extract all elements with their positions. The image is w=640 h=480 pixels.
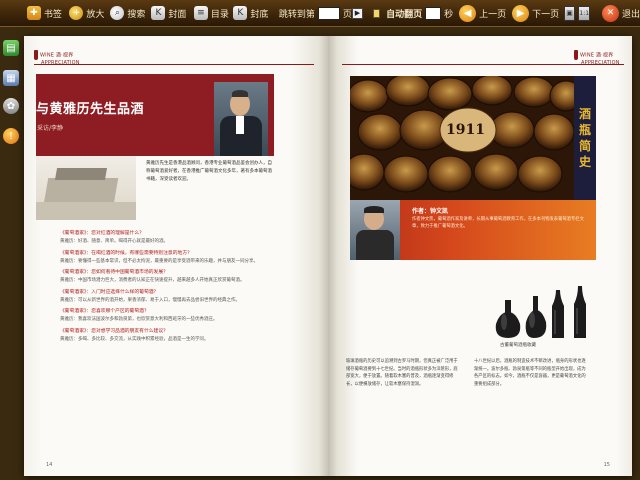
question-text: 《葡萄酒家》：您对红酒的理解是什么？: [60, 231, 144, 236]
antique-bottles-photo: 古董葡萄酒瓶收藏: [490, 282, 600, 352]
fit-page-icon[interactable]: ▣: [563, 5, 576, 21]
next-page-button[interactable]: ▶ 下一页: [512, 2, 559, 24]
header-rule: [342, 64, 624, 65]
article-title-box: 酒瓶简史: [574, 76, 596, 200]
answer-text: 黄雅历：我喜欢法国波尔多和勃艮第，也欣赏意大利和西班牙的一些优秀酒庄。: [60, 317, 218, 322]
countryside-photo: [36, 156, 136, 220]
question-text: 《葡萄酒家》：您如何看待中国葡萄酒市场的发展？: [60, 270, 168, 275]
go-button[interactable]: ▶: [351, 7, 363, 19]
qa-item: 《葡萄酒家》：您如何看待中国葡萄酒市场的发展？ 黄雅历：中国市场潜力巨大，消费者…: [60, 269, 274, 285]
zoom-button[interactable]: + 放大: [69, 2, 104, 24]
bottle-stack-graphic: [350, 76, 574, 200]
prev-page-button[interactable]: ◀ 上一页: [459, 2, 506, 24]
interviewee-photo: [214, 82, 268, 156]
answer-text: 黄雅历：多喝、多比较、多交流，从实践中积累经验，品酒是一生的学问。: [60, 336, 209, 342]
roof-shape: [54, 168, 108, 180]
thumbnail-icon[interactable]: ▤: [3, 40, 19, 56]
answer-text: 黄雅历：好酒、随意、简单。喝得开心就是最好的酒。: [60, 239, 168, 244]
qa-item: 《葡萄酒家》：您对红酒的理解是什么？ 黄雅历：好酒、随意、简单。喝得开心就是最好…: [60, 230, 274, 246]
question-text: 《葡萄酒家》：入门时应选择什么样的葡萄酒？: [60, 289, 159, 295]
bookmark-button[interactable]: ✚ 书签: [26, 2, 62, 24]
article-intro: 黄雅历先生是香港品酒顾问，香港专业葡萄酒品鉴会创办人，自称葡萄酒爱好者，在香港推…: [146, 161, 272, 182]
question-text: 《葡萄酒家》：您对想学习品酒的朋友有什么建议？: [60, 328, 168, 334]
wine-bottle-icon: [34, 50, 38, 60]
toc-button[interactable]: ≡ 目录: [193, 2, 229, 24]
backcover-label: 封底: [250, 9, 269, 20]
reader-toolbar: ✚ 书签 + 放大 ⌕ 搜索 K 封面 ≡ 目录 K 封底 跳转到第 页 ▶ 自…: [0, 0, 640, 27]
hair-shape: [364, 206, 384, 213]
cover-icon: K: [151, 6, 166, 20]
gear-icon[interactable]: ✿: [3, 98, 19, 114]
page-number: 15: [603, 462, 610, 468]
page-number: 14: [46, 462, 53, 468]
answer-text: 黄雅历：可以从新世界的酒开始，果香浓郁、易于入口，慢慢再去品尝旧世界的经典之作。: [60, 297, 240, 303]
cellar-year: 1911: [446, 122, 485, 138]
magazine-subtitle: APPRECIATION: [41, 60, 80, 66]
search-button[interactable]: ⌕ 搜索: [110, 2, 145, 24]
prev-page-label: 上一页: [479, 9, 507, 20]
zoom-label: 放大: [86, 9, 105, 20]
bottles-graphic: [495, 286, 586, 338]
cover-button[interactable]: K 封面: [151, 2, 186, 24]
interview-qa-list: 《葡萄酒家》：您对红酒的理解是什么？ 黄雅历：好酒、随意、简单。喝得开心就是最好…: [60, 226, 274, 343]
magazine-name: WINE 酒·视界: [580, 52, 614, 59]
body-column-right: 十八世纪以后，酒瓶的制造技术不断改进，瓶身的形状也逐渐统一。波尔多瓶、勃艮第瓶等…: [474, 359, 586, 387]
body-column-left: 玻璃酒瓶的历史可以追溯到古罗马时期，但真正被广泛用于储存葡萄酒要到十七世纪。当时…: [346, 359, 458, 387]
bookmark-icon: ✚: [26, 6, 41, 20]
backcover-button[interactable]: K 封底: [233, 2, 268, 24]
answer-text: 黄雅历：中国市场潜力巨大，消费者的认知正在快速提升，越来越多人开始真正欣赏葡萄酒…: [60, 278, 245, 283]
backcover-icon: K: [233, 6, 248, 20]
exit-button[interactable]: ✕ 退出: [602, 2, 640, 24]
info-icon[interactable]: !: [3, 128, 19, 144]
building-shape: [43, 178, 119, 204]
auto-flip-checkbox[interactable]: [372, 8, 381, 18]
seconds-label: 秒: [444, 9, 454, 20]
wine-bottle-icon: [574, 50, 578, 60]
author-intro-text: 作者钟文凯，葡萄酒作家及讲师，长期从事葡萄酒教育工作，在多本刊物发表葡萄酒专栏文…: [412, 217, 584, 229]
article-author: 采访/李静: [37, 125, 64, 132]
author-label: 作者：钟文凯: [412, 208, 449, 215]
search-icon: ⌕: [110, 6, 125, 20]
bottles-caption: 古董葡萄酒瓶收藏: [500, 343, 536, 348]
qa-item: 《葡萄酒家》：您喜欢哪个产区的葡萄酒？ 黄雅历：我喜欢法国波尔多和勃艮第，也欣赏…: [60, 308, 274, 324]
auto-flip-control: 自动翻页 秒: [386, 2, 453, 24]
question-text: 《葡萄酒家》：您喜欢哪个产区的葡萄酒？: [60, 309, 149, 314]
article-title: 酒瓶简史: [578, 107, 591, 169]
side-panel: ▤ ▦ ✿ !: [0, 28, 22, 480]
article-title: 与黄雅历先生品酒: [36, 102, 145, 117]
hair-shape: [232, 90, 248, 97]
actual-size-button[interactable]: 1:1: [578, 5, 591, 21]
search-label: 搜索: [127, 9, 146, 20]
arrow-right-icon: ▶: [512, 4, 530, 22]
author-photo: [350, 200, 400, 260]
gallery-icon[interactable]: ▦: [3, 70, 19, 86]
auto-flip-label: 自动翻页: [386, 9, 423, 20]
auto-flip-seconds-input[interactable]: [425, 6, 442, 20]
toc-label: 目录: [210, 9, 229, 20]
exit-label: 退出: [622, 9, 640, 20]
bookmark-label: 书签: [43, 9, 62, 20]
next-page-label: 下一页: [532, 9, 560, 20]
header-rule: [34, 64, 314, 65]
vineyard-shape: [36, 202, 136, 220]
magazine-subtitle: APPRECIATION: [581, 60, 620, 66]
toc-icon: ≡: [193, 6, 208, 20]
arrow-left-icon: ◀: [459, 4, 477, 22]
qa-item: 《葡萄酒家》：在喝红酒的时候，有哪些需要特别注意的地方？ 黄雅历：要懂得一些基本…: [60, 250, 274, 266]
exit-icon: ✕: [602, 4, 620, 22]
jump-suffix-label: 页: [342, 9, 352, 20]
wine-cellar-photo: 1911: [350, 76, 574, 200]
question-text: 《葡萄酒家》：在喝红酒的时候，有哪些需要特别注意的地方？: [60, 250, 192, 256]
cover-label: 封面: [168, 9, 187, 20]
zoom-icon: +: [69, 6, 84, 20]
shirt-shape: [236, 116, 244, 134]
answer-text: 黄雅历：要懂得一些基本常识，但不必太拘泥，最重要的是享受酒带来的乐趣，并与朋友一…: [60, 258, 258, 264]
jump-prefix-label: 跳转到第: [278, 9, 315, 20]
qa-item: 《葡萄酒家》：入门时应选择什么样的葡萄酒？ 黄雅历：可以从新世界的酒开始，果香浓…: [60, 289, 274, 305]
qa-item: 《葡萄酒家》：您对想学习品酒的朋友有什么建议？ 黄雅历：多喝、多比较、多交流，从…: [60, 328, 274, 344]
magazine-name: WINE 酒·视界: [40, 52, 74, 59]
page-jump-control: 跳转到第 页 ▶: [279, 2, 367, 24]
page-jump-input[interactable]: [317, 6, 340, 20]
suit-shape: [356, 230, 394, 260]
